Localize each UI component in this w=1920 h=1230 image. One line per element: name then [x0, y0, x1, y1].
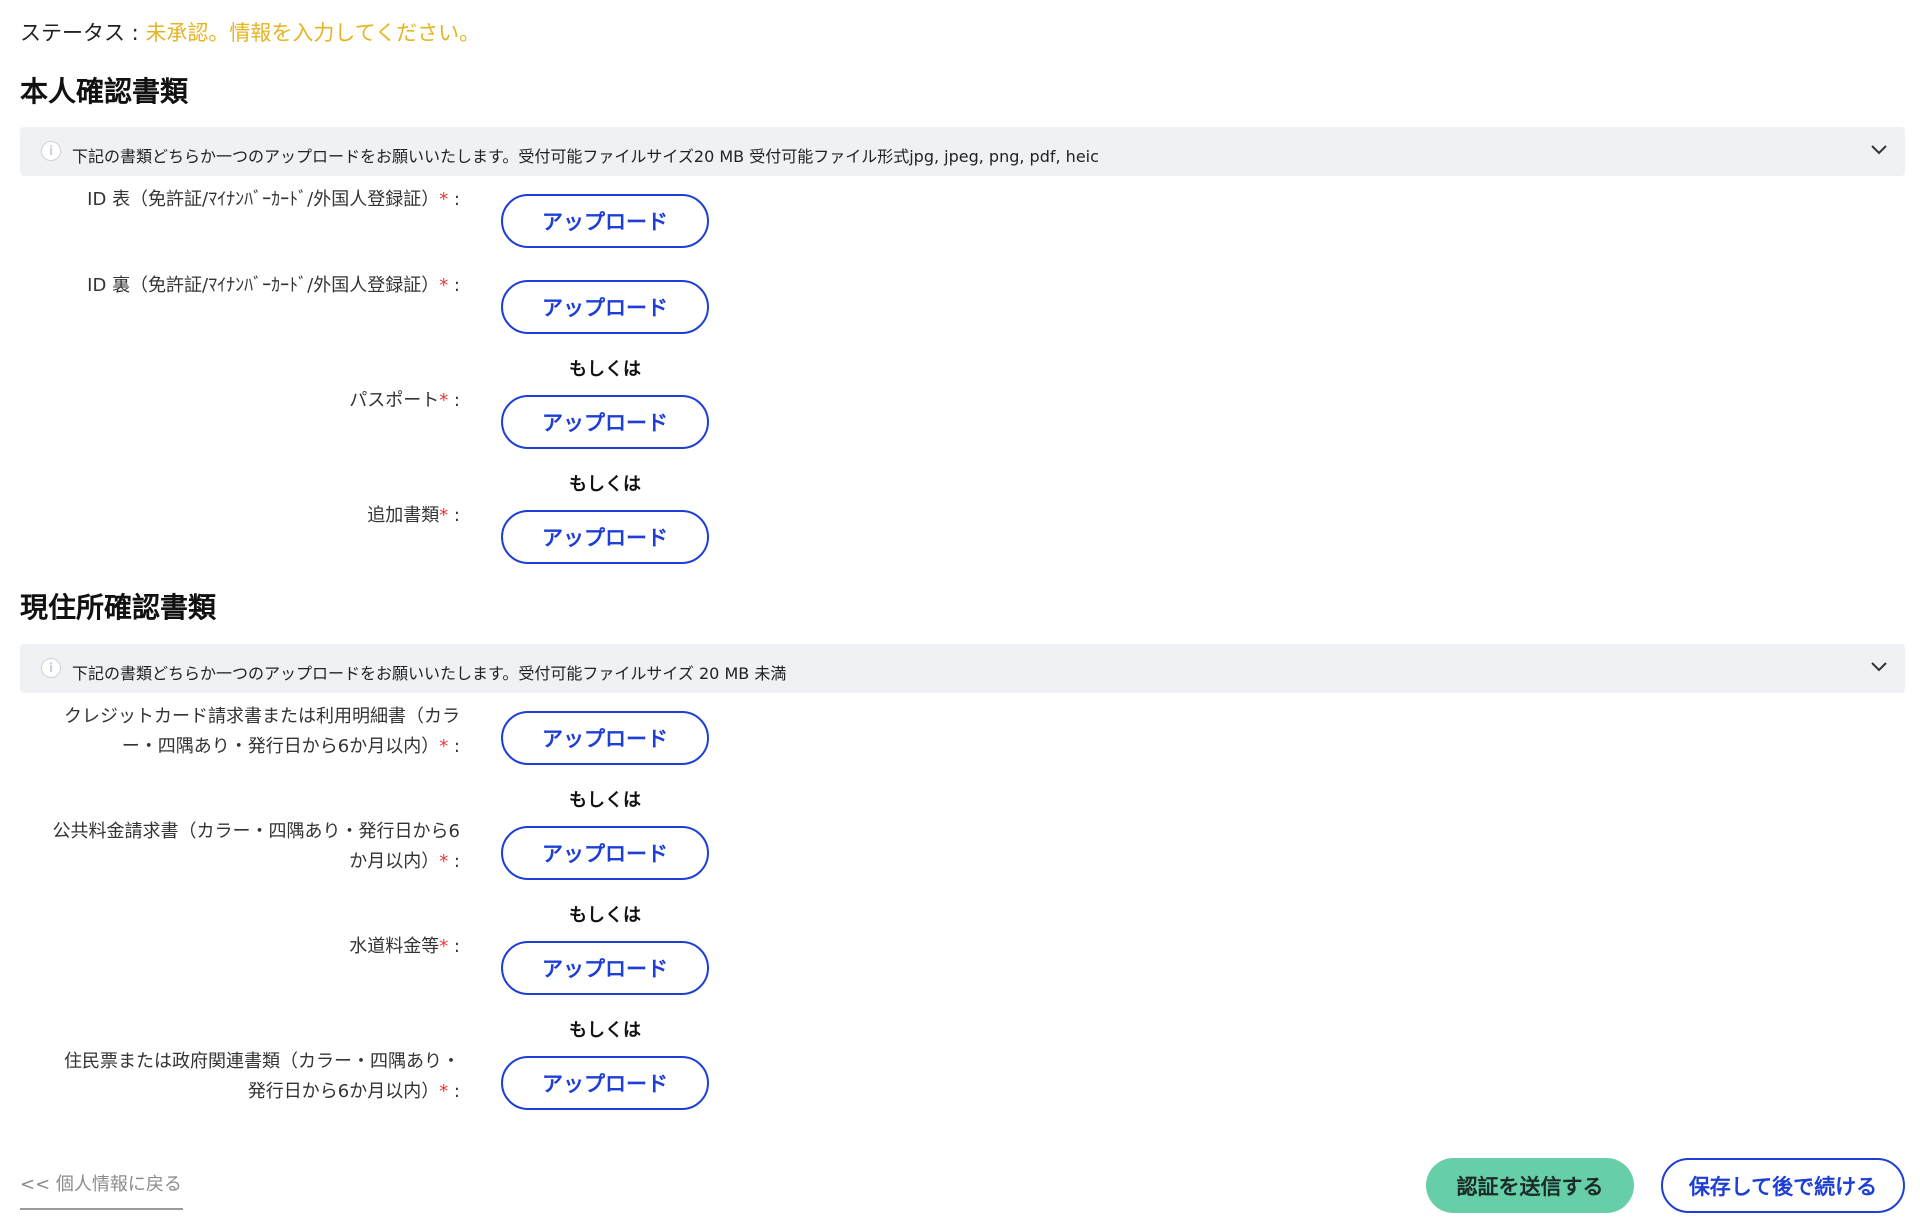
save-and-continue-later-button[interactable]: 保存して後で続ける: [1661, 1158, 1905, 1213]
field-label-utility-bill: 公共料金請求書（カラー・四隅あり・発行日から6 か月以内）* :: [52, 821, 460, 872]
info-icon: i: [41, 141, 61, 161]
required-marker: *: [439, 505, 449, 526]
info-icon: i: [41, 658, 61, 678]
or-divider: もしくは: [569, 474, 641, 495]
upload-button-residence-certificate[interactable]: アップロード: [501, 1056, 709, 1110]
required-marker: *: [439, 736, 449, 757]
status-value: 未承認。情報を入力してください。: [145, 21, 481, 45]
upload-button-id-front[interactable]: アップロード: [501, 194, 709, 248]
status-line: ステータス : 未承認。情報を入力してください。: [20, 18, 480, 48]
notice-panel-identity[interactable]: i 下記の書類どちらか一つのアップロードをお願いいたします。受付可能ファイルサイ…: [20, 127, 1905, 176]
or-divider: もしくは: [569, 359, 641, 380]
upload-button-id-back[interactable]: アップロード: [501, 280, 709, 334]
submit-verification-button[interactable]: 認証を送信する: [1426, 1158, 1634, 1213]
required-marker: *: [439, 275, 449, 296]
required-marker: *: [439, 390, 449, 411]
section-title-identity: 本人確認書類: [20, 75, 189, 108]
field-label-credit-card: クレジットカード請求書または利用明細書（カラ ー・四隅あり・発行日から6か月以内…: [64, 706, 460, 757]
field-label-id-front: ID 表（免許証/ﾏｲﾅﾝﾊﾞｰｶｰﾄﾞ/外国人登録証）* :: [87, 189, 460, 210]
upload-button-water-bill[interactable]: アップロード: [501, 941, 709, 995]
status-label: ステータス :: [20, 21, 146, 45]
field-label-id-back: ID 裏（免許証/ﾏｲﾅﾝﾊﾞｰｶｰﾄﾞ/外国人登録証）* :: [87, 275, 460, 296]
notice-text-identity: 下記の書類どちらか一つのアップロードをお願いいたします。受付可能ファイルサイズ2…: [72, 147, 1099, 166]
back-to-personal-info-link[interactable]: << 個人情報に戻る: [20, 1170, 183, 1210]
required-marker: *: [439, 1081, 449, 1102]
section-title-address: 現住所確認書類: [20, 591, 217, 624]
required-marker: *: [439, 189, 449, 210]
upload-button-additional[interactable]: アップロード: [501, 510, 709, 564]
notice-text-address: 下記の書類どちらか一つのアップロードをお願いいたします。受付可能ファイルサイズ …: [72, 664, 787, 683]
or-divider: もしくは: [569, 1020, 641, 1041]
or-divider: もしくは: [569, 790, 641, 811]
field-label-additional: 追加書類* :: [367, 505, 460, 526]
or-divider: もしくは: [569, 905, 641, 926]
field-label-passport: パスポート* :: [349, 390, 460, 411]
chevron-down-icon[interactable]: [1867, 654, 1891, 678]
upload-button-credit-card[interactable]: アップロード: [501, 711, 709, 765]
chevron-down-icon[interactable]: [1867, 137, 1891, 161]
field-label-residence-certificate: 住民票または政府関連書類（カラー・四隅あり・ 発行日から6か月以内）* :: [64, 1051, 460, 1102]
required-marker: *: [439, 851, 449, 872]
required-marker: *: [439, 936, 449, 957]
field-label-water-bill: 水道料金等* :: [349, 936, 460, 957]
upload-button-utility-bill[interactable]: アップロード: [501, 826, 709, 880]
upload-button-passport[interactable]: アップロード: [501, 395, 709, 449]
notice-panel-address[interactable]: i 下記の書類どちらか一つのアップロードをお願いいたします。受付可能ファイルサイ…: [20, 644, 1905, 693]
